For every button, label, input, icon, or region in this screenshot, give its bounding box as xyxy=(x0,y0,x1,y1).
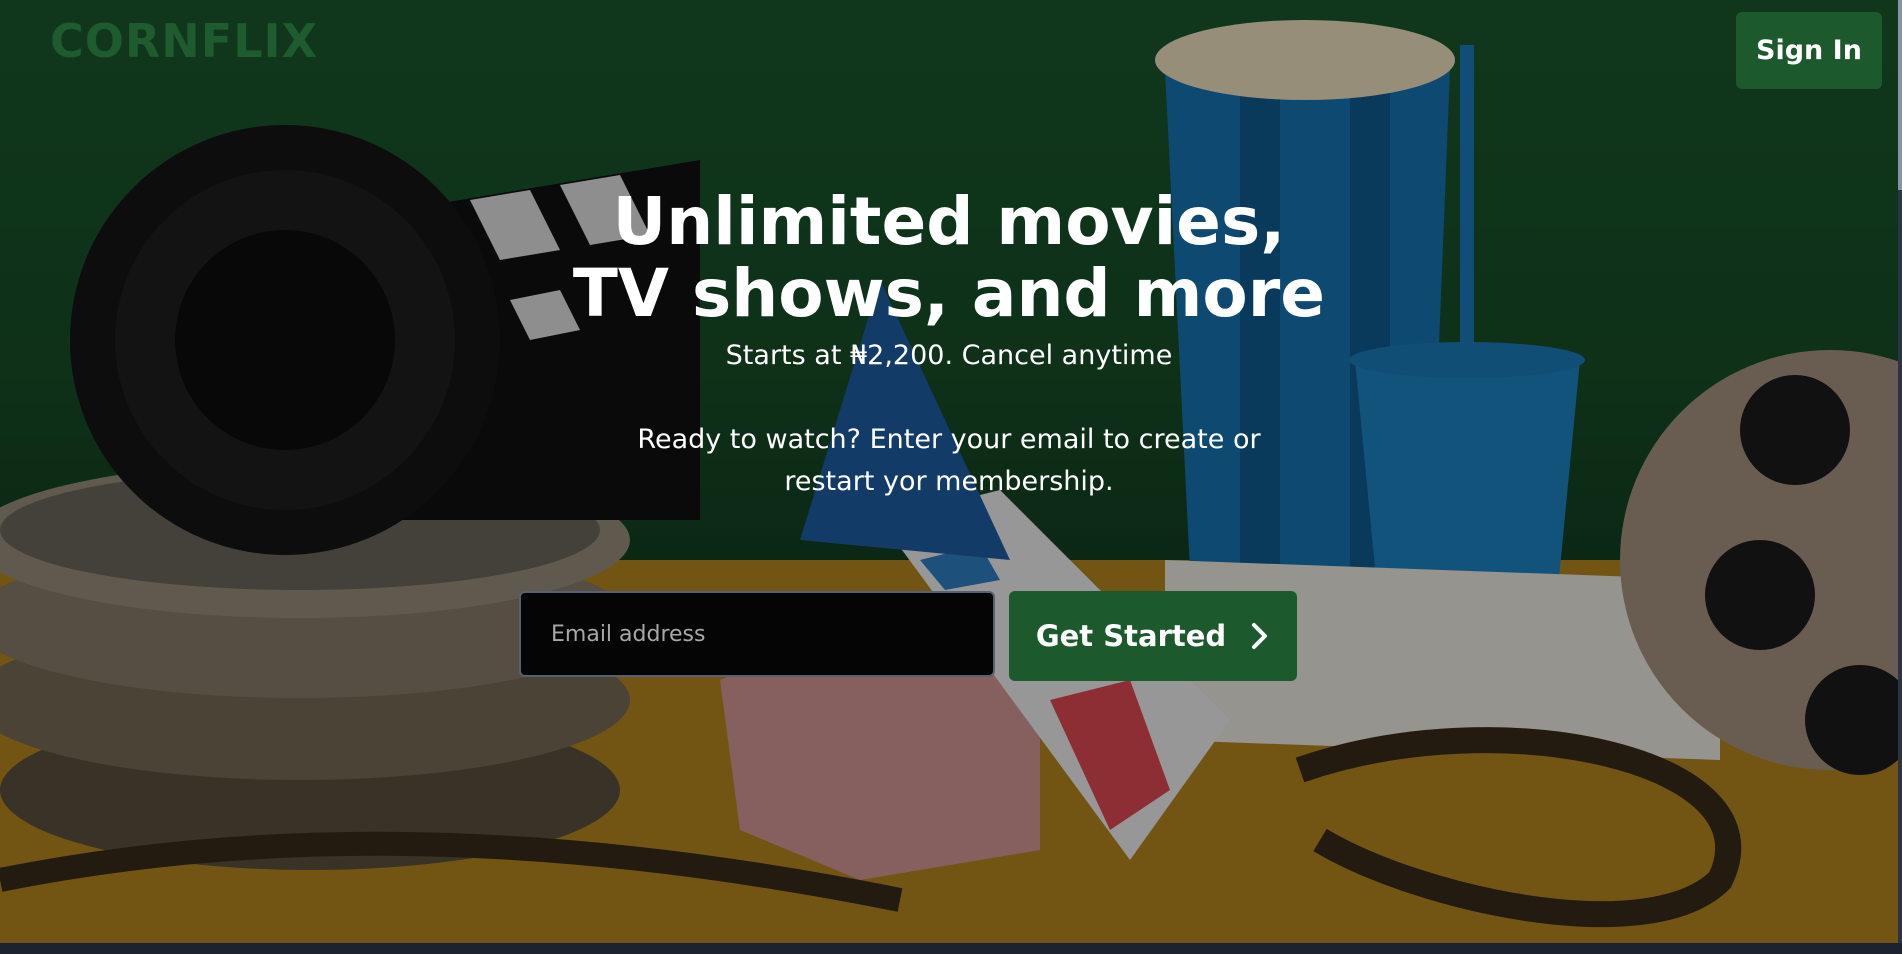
signup-prompt: Ready to watch? Enter your email to crea… xyxy=(637,424,1261,497)
email-input[interactable] xyxy=(519,591,995,677)
chevron-right-icon xyxy=(1252,623,1268,649)
get-started-button[interactable]: Get Started xyxy=(1009,591,1297,681)
get-started-label: Get Started xyxy=(1035,619,1227,653)
hero-headline: Unlimited movies, TV shows, and more xyxy=(572,183,1326,332)
sign-in-button[interactable]: Sign In xyxy=(1736,12,1882,89)
email-signup-form: Get Started xyxy=(519,591,1297,681)
hero-content: Unlimited movies, TV shows, and more Sta… xyxy=(0,186,1898,503)
pricing-subline: Starts at ₦2,200. Cancel anytime xyxy=(725,340,1173,371)
scrollbar-thumb[interactable] xyxy=(1898,0,1902,190)
cornflix-logo[interactable]: CORNFLIX xyxy=(50,14,318,68)
